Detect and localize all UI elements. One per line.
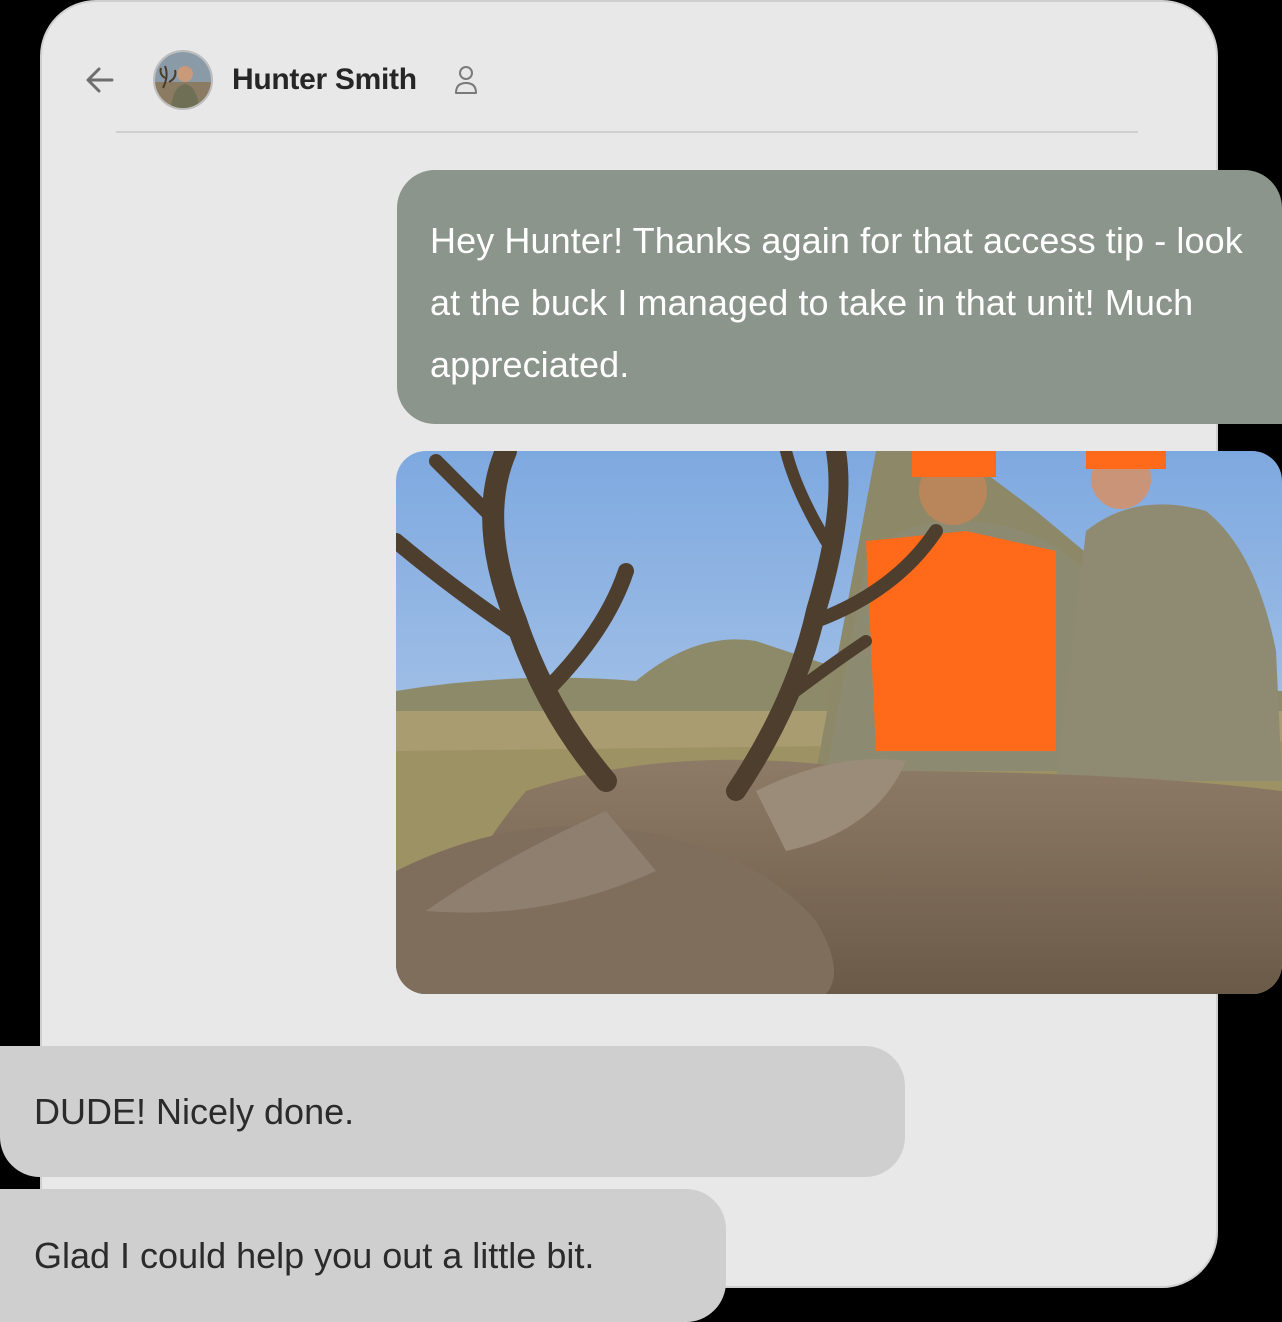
person-icon[interactable]: [452, 64, 480, 96]
contact-avatar[interactable]: [153, 50, 213, 110]
contact-name[interactable]: Hunter Smith: [232, 63, 417, 97]
message-photo[interactable]: [396, 451, 1282, 994]
outgoing-message[interactable]: Hey Hunter! Thanks again for that access…: [397, 170, 1282, 424]
arrow-left-icon[interactable]: [80, 60, 120, 100]
chat-header: Hunter Smith: [76, 48, 1098, 114]
incoming-message[interactable]: Glad I could help you out a little bit.: [0, 1189, 726, 1322]
incoming-message[interactable]: DUDE! Nicely done.: [0, 1046, 905, 1177]
header-divider: [116, 131, 1138, 133]
